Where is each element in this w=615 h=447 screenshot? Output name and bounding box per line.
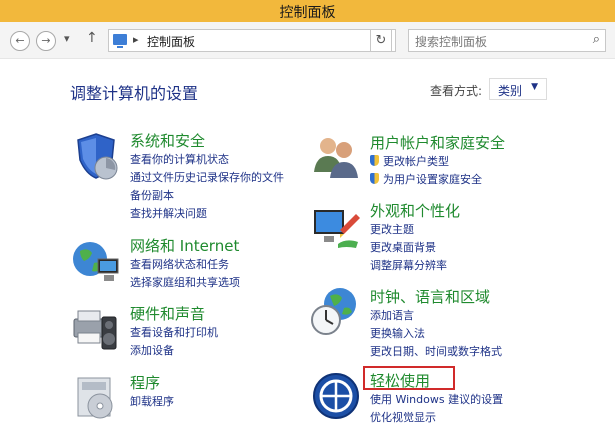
highlight-box <box>363 366 455 390</box>
navigation-bar: ← → ▾ ↑ ▸ 控制面板 ⌄ ↻ 搜索控制面板 ⌕ <box>0 22 615 59</box>
forward-arrow-icon[interactable]: → <box>36 31 56 51</box>
link-add-language[interactable]: 添加语言 <box>370 307 502 325</box>
link-uninstall-program[interactable]: 卸载程序 <box>130 393 174 411</box>
page-title: 调整计算机的设置 <box>70 84 199 103</box>
system-security-icon[interactable] <box>70 130 122 182</box>
up-arrow-icon[interactable]: ↑ <box>86 30 98 46</box>
link-change-account-type[interactable]: 更改帐户类型 <box>370 153 482 171</box>
link-devices-printers[interactable]: 查看设备和打印机 <box>130 324 218 342</box>
link-view-computer-status[interactable]: 查看你的计算机状态 <box>130 151 284 169</box>
link-troubleshoot[interactable]: 查找并解决问题 <box>130 205 284 223</box>
refresh-icon[interactable]: ↻ <box>370 29 392 52</box>
category-title[interactable]: 系统和安全 <box>130 130 205 151</box>
link-add-device[interactable]: 添加设备 <box>130 342 218 360</box>
search-box[interactable]: 搜索控制面板 ⌕ <box>408 29 606 52</box>
ease-of-access-icon[interactable] <box>310 370 362 422</box>
link-file-history[interactable]: 通过文件历史记录保存你的文件 <box>130 169 284 187</box>
link-backup-copy[interactable]: 备份副本 <box>130 187 284 205</box>
category-title[interactable]: 硬件和声音 <box>130 303 205 324</box>
control-panel-icon <box>113 34 127 48</box>
search-icon[interactable]: ⌕ <box>593 32 600 47</box>
link-adjust-resolution[interactable]: 调整屏幕分辨率 <box>370 257 447 275</box>
window-title: 控制面板 <box>279 5 336 21</box>
chevron-down-icon[interactable]: ▼ <box>531 82 538 92</box>
link-change-input-method[interactable]: 更换输入法 <box>370 325 502 343</box>
link-homegroup-sharing[interactable]: 选择家庭组和共享选项 <box>130 274 240 292</box>
view-by-value[interactable]: 类别 <box>498 82 522 99</box>
link-network-status[interactable]: 查看网络状态和任务 <box>130 256 240 274</box>
link-change-desktop-background[interactable]: 更改桌面背景 <box>370 239 447 257</box>
category-title[interactable]: 网络和 Internet <box>130 235 239 256</box>
title-bar: 控制面板 <box>0 0 615 22</box>
link-optimize-visual-display[interactable]: 优化视觉显示 <box>370 409 503 427</box>
hardware-sound-icon[interactable] <box>70 303 122 355</box>
programs-icon[interactable] <box>70 372 122 424</box>
network-icon[interactable] <box>70 235 122 287</box>
link-family-safety[interactable]: 为用户设置家庭安全 <box>370 171 482 189</box>
link-date-time-format[interactable]: 更改日期、时间或数字格式 <box>370 343 502 361</box>
chevron-down-icon[interactable]: ▾ <box>64 32 70 45</box>
address-bar[interactable]: ▸ 控制面板 ⌄ <box>108 29 396 52</box>
category-title[interactable]: 外观和个性化 <box>370 200 460 221</box>
category-title[interactable]: 时钟、语言和区域 <box>370 286 490 307</box>
view-by-label: 查看方式: <box>430 84 483 98</box>
category-title[interactable]: 程序 <box>130 372 160 393</box>
clock-language-icon[interactable] <box>310 286 362 338</box>
breadcrumb-separator-icon: ▸ <box>133 33 139 46</box>
breadcrumb-control-panel[interactable]: 控制面板 <box>147 33 195 50</box>
view-by-dropdown[interactable]: 类别 ▼ <box>489 78 547 100</box>
back-arrow-icon[interactable]: ← <box>10 31 30 51</box>
user-accounts-icon[interactable] <box>310 132 362 184</box>
category-title[interactable]: 用户帐户和家庭安全 <box>370 132 505 153</box>
appearance-icon[interactable] <box>310 200 362 252</box>
link-windows-suggested-settings[interactable]: 使用 Windows 建议的设置 <box>370 391 503 409</box>
search-input[interactable]: 搜索控制面板 <box>415 33 487 50</box>
link-change-theme[interactable]: 更改主题 <box>370 221 447 239</box>
